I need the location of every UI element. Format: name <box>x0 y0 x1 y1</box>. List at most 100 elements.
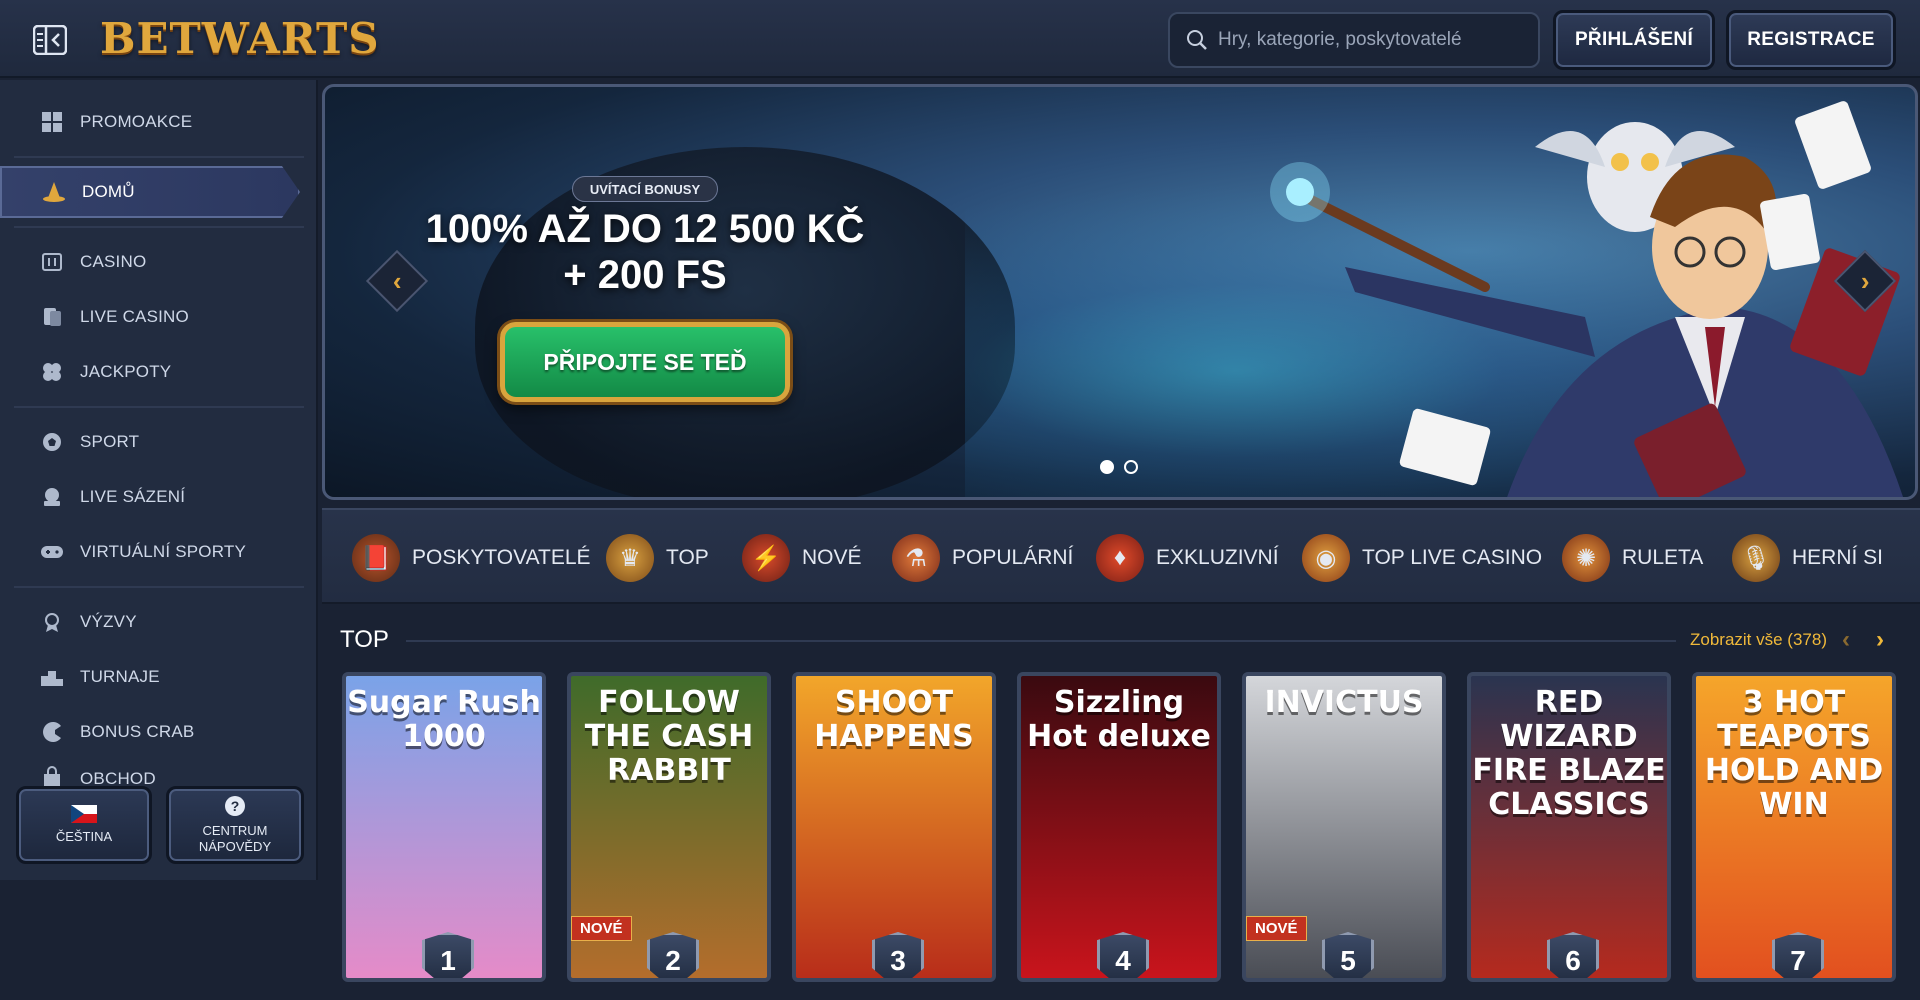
potion-icon: ⚗ <box>892 534 940 582</box>
category-exkluzivni[interactable]: ♦ EXKLUZIVNÍ <box>1096 528 1279 588</box>
new-badge: NOVÉ <box>571 916 632 941</box>
wizard-hat-icon <box>42 180 66 204</box>
roulette-icon: ✺ <box>1562 534 1610 582</box>
search-box[interactable] <box>1168 12 1540 68</box>
wizard-illustration <box>1270 101 1903 497</box>
sidebar-item-promoakce[interactable]: PROMOAKCE <box>0 98 318 146</box>
sidebar-item-label: JACKPOTY <box>80 362 172 381</box>
sidebar-item-label: CASINO <box>80 252 147 271</box>
category-label: TOP LIVE CASINO <box>1362 546 1543 569</box>
sidebar-divider <box>14 226 304 228</box>
microphone-icon: 🎙 <box>1732 534 1780 582</box>
promo-grid-icon <box>40 110 64 134</box>
sidebar-item-live-sazeni[interactable]: LIVE SÁZENÍ <box>0 473 318 521</box>
search-input[interactable] <box>1218 29 1538 51</box>
game-card[interactable]: 3 HOT TEAPOTS HOLD AND WIN 7 <box>1692 672 1896 982</box>
category-herni-si[interactable]: 🎙 HERNÍ SI <box>1732 528 1883 588</box>
crab-icon <box>40 720 64 744</box>
game-title: INVICTUS <box>1264 685 1424 720</box>
svg-text:?: ? <box>231 798 240 814</box>
hero-title-line1: 100% AŽ DO 12 500 KČ <box>425 207 865 251</box>
login-button[interactable]: PŘIHLÁŠENÍ <box>1553 10 1715 70</box>
join-now-button[interactable]: PŘIPOJTE SE TEĎ <box>500 322 790 402</box>
prev-page-button[interactable]: ‹ <box>1842 626 1850 654</box>
sidebar-item-sport[interactable]: SPORT <box>0 418 318 466</box>
category-label: HERNÍ SI <box>1792 546 1884 569</box>
slide-dot-2[interactable] <box>1124 460 1138 474</box>
category-popularni[interactable]: ⚗ POPULÁRNÍ <box>892 528 1073 588</box>
chip-icon: ◉ <box>1302 534 1350 582</box>
rank-badge: 7 <box>1772 932 1824 978</box>
sidebar-item-domu[interactable]: DOMŮ <box>0 166 300 218</box>
help-label-line2: NÁPOVĚDY <box>198 839 272 854</box>
sidebar-item-label: DOMŮ <box>82 182 135 201</box>
rank-badge: 5 <box>1322 932 1374 978</box>
help-label: CENTRUM NÁPOVĚDY <box>199 823 271 854</box>
category-label: TOP <box>666 546 709 569</box>
category-top[interactable]: ♛ TOP <box>606 528 709 588</box>
next-page-button[interactable]: › <box>1876 626 1884 654</box>
section-title: TOP <box>340 626 389 653</box>
category-ruleta[interactable]: ✺ RULETA <box>1562 528 1703 588</box>
game-card[interactable]: RED WIZARD FIRE BLAZE CLASSICS 6 <box>1467 672 1671 982</box>
game-title: 3 HOT TEAPOTS HOLD AND WIN <box>1704 685 1884 822</box>
sidebar-item-turnaje[interactable]: TURNAJE <box>0 653 318 701</box>
slide-dot-1[interactable] <box>1100 460 1114 474</box>
new-badge: NOVÉ <box>1246 916 1307 941</box>
category-label: POPULÁRNÍ <box>952 546 1074 569</box>
live-cards-icon <box>40 305 64 329</box>
sidebar: PROMOAKCE DOMŮ CASINO LIVE CASINO JACKPO… <box>0 80 318 880</box>
sidebar-item-label: LIVE SÁZENÍ <box>80 487 186 506</box>
czech-flag-icon <box>71 805 97 824</box>
chevron-left-icon: ‹ <box>1842 626 1850 653</box>
help-label-line1: CENTRUM <box>202 823 268 839</box>
book-icon: 📕 <box>352 534 400 582</box>
game-title: Sizzling Hot deluxe <box>1027 685 1211 754</box>
sidebar-divider <box>14 156 304 158</box>
sidebar-item-live-casino[interactable]: LIVE CASINO <box>0 293 318 341</box>
rank-badge: 1 <box>422 932 474 978</box>
rank-badge: 2 <box>647 932 699 978</box>
gamepad-icon <box>40 540 64 564</box>
game-card[interactable]: Sizzling Hot deluxe 4 <box>1017 672 1221 982</box>
welcome-bonus-badge: UVÍTACÍ BONUSY <box>572 176 718 202</box>
game-card[interactable]: FOLLOW THE CASH RABBIT NOVÉ 2 <box>567 672 771 982</box>
register-button[interactable]: REGISTRACE <box>1726 10 1896 70</box>
search-icon <box>1187 30 1207 50</box>
top-header: BETWARTS PŘIHLÁŠENÍ REGISTRACE <box>0 0 1920 78</box>
sidebar-item-virtualni-sporty[interactable]: VIRTUÁLNÍ SPORTY <box>0 528 318 576</box>
section-divider <box>406 640 1676 642</box>
game-card[interactable]: INVICTUS NOVÉ 5 <box>1242 672 1446 982</box>
game-card[interactable]: SHOOT HAPPENS 3 <box>792 672 996 982</box>
chevron-right-icon: › <box>1876 626 1884 653</box>
site-logo[interactable]: BETWARTS <box>100 14 380 64</box>
sidebar-item-label: PROMOAKCE <box>80 112 193 131</box>
show-all-link[interactable]: Zobrazit vše (378) <box>1690 630 1827 650</box>
sidebar-item-jackpoty[interactable]: JACKPOTY <box>0 348 318 396</box>
sidebar-item-label: BONUS CRAB <box>80 722 195 741</box>
live-bet-icon <box>40 485 64 509</box>
category-label: EXKLUZIVNÍ <box>1156 546 1279 569</box>
language-button[interactable]: ČEŠTINA <box>16 786 152 864</box>
game-card[interactable]: Sugar Rush 1000 1 <box>342 672 546 982</box>
category-top-live-casino[interactable]: ◉ TOP LIVE CASINO <box>1302 528 1542 588</box>
medal-icon <box>40 610 64 634</box>
sidebar-item-vyzvy[interactable]: VÝZVY <box>0 598 318 646</box>
category-label: RULETA <box>1622 546 1704 569</box>
game-title: SHOOT HAPPENS <box>814 685 974 754</box>
crown-icon: ♛ <box>606 534 654 582</box>
sidebar-toggle-button[interactable] <box>30 20 70 60</box>
help-center-button[interactable]: ? CENTRUM NÁPOVĚDY <box>166 786 304 864</box>
game-title: RED WIZARD FIRE BLAZE CLASSICS <box>1472 685 1666 822</box>
sidebar-item-label: LIVE CASINO <box>80 307 189 326</box>
category-label: NOVÉ <box>802 546 862 569</box>
sidebar-divider <box>14 586 304 588</box>
sidebar-item-casino[interactable]: CASINO <box>0 238 318 286</box>
rank-badge: 3 <box>872 932 924 978</box>
game-title: Sugar Rush 1000 <box>347 685 541 754</box>
sidebar-item-bonus-crab[interactable]: BONUS CRAB <box>0 708 318 756</box>
category-poskytovatele[interactable]: 📕 POSKYTOVATELÉ <box>352 528 591 588</box>
language-label: ČEŠTINA <box>55 829 113 845</box>
category-nove[interactable]: ⚡ NOVÉ <box>742 528 862 588</box>
game-title: FOLLOW THE CASH RABBIT <box>584 685 754 788</box>
